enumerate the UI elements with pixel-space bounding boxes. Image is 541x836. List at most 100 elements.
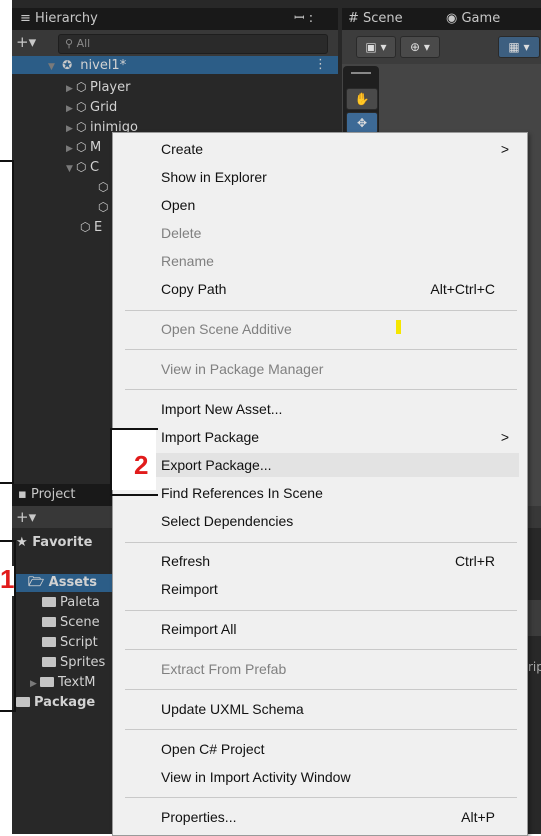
menu-item-label: View in Package Manager [161, 361, 324, 377]
menu-item-import-new-asset[interactable]: Import New Asset... [161, 397, 519, 421]
menu-item-show-in-explorer[interactable]: Show in Explorer [161, 165, 519, 189]
move-tool-button[interactable]: ✥ [346, 112, 378, 134]
folder-row[interactable]: ▶ TextM [30, 674, 96, 692]
menu-item-delete: Delete [161, 221, 519, 245]
create-asset-button[interactable]: +▾ [16, 506, 36, 528]
folder-icon [40, 677, 54, 687]
project-tab[interactable]: ▪ Project [18, 484, 75, 506]
menu-item-copy-path[interactable]: Copy Path Alt+Ctrl+C [161, 277, 519, 301]
gamepad-icon: ◉ [446, 11, 458, 26]
item-label: M [90, 140, 102, 155]
globe-icon: ⊕ ▾ [410, 40, 430, 54]
palette-drag-handle[interactable] [351, 72, 371, 74]
cube-icon: ⬡ [76, 140, 87, 154]
folder-icon [42, 597, 56, 607]
menu-item-view-in-import-activity-window[interactable]: View in Import Activity Window [161, 765, 519, 789]
menu-item-reimport[interactable]: Reimport [161, 577, 519, 601]
expand-triangle-icon[interactable]: ▶ [30, 675, 40, 693]
annotation-number-2: 2 [134, 450, 149, 480]
submenu-arrow-icon: > [500, 429, 509, 445]
folder-label: Script [60, 635, 98, 650]
scene-root-row[interactable]: ▼ ✪ nivel1* ⋮ [12, 56, 338, 74]
star-icon: ★ [16, 535, 28, 550]
folder-row[interactable]: Scene [42, 614, 100, 632]
project-right-text: ript [528, 660, 541, 674]
hierarchy-tab-menu-icon[interactable]: ꟷ : [294, 8, 313, 30]
expand-triangle-icon[interactable]: ▶ [66, 120, 76, 138]
hierarchy-tabbar: ≡ Hierarchy ꟷ : [12, 8, 338, 30]
scene-tab[interactable]: # Scene [348, 8, 403, 30]
menu-item-view-in-package-manager: View in Package Manager [161, 357, 519, 381]
menu-item-label: Import Package [161, 429, 260, 445]
hierarchy-item-c[interactable]: ▼ ⬡ C [66, 158, 99, 176]
folder-icon [42, 657, 56, 667]
folder-label: Scene [60, 615, 100, 630]
cube-icon: ⬡ [98, 180, 109, 194]
grid-snap-button[interactable]: ▦ ▾ [498, 36, 540, 58]
hand-tool-button[interactable]: ✋ [346, 88, 378, 110]
menu-item-extract-from-prefab: Extract From Prefab [161, 657, 519, 681]
menu-item-create[interactable]: Create > [161, 137, 519, 161]
scene-name: nivel1* [80, 58, 127, 73]
menu-separator [125, 729, 517, 730]
hierarchy-child-item[interactable]: ⬡ [98, 178, 112, 196]
unity-scene-icon: ✪ [62, 58, 73, 72]
cube-icon: ⬡ [76, 160, 87, 174]
menu-item-find-references-in-scene[interactable]: Find References In Scene [161, 481, 519, 505]
expand-triangle-icon[interactable]: ▶ [66, 80, 76, 98]
cube-icon: ⬡ [76, 100, 87, 114]
menu-item-label: Copy Path [161, 281, 227, 297]
menu-item-label: Reimport All [161, 621, 237, 637]
hierarchy-item-grid[interactable]: ▶ ⬡ Grid [66, 98, 117, 116]
folder-row[interactable]: Sprites [42, 654, 105, 672]
hierarchy-item-m[interactable]: ▶ ⬡ M [66, 138, 101, 156]
menu-item-refresh[interactable]: Refresh Ctrl+R [161, 549, 519, 573]
expand-triangle-icon[interactable]: ▶ [66, 140, 76, 158]
add-object-button[interactable]: +▾ [16, 31, 36, 53]
hierarchy-item-player[interactable]: ▶ ⬡ Player [66, 78, 130, 96]
menu-item-label: Update UXML Schema [161, 701, 304, 717]
menu-item-label: Open C# Project [161, 741, 265, 757]
gizmo-globe-button[interactable]: ⊕ ▾ [400, 36, 440, 58]
menu-item-label: Delete [161, 225, 202, 241]
menu-item-label: Create [161, 141, 204, 157]
expand-triangle-icon[interactable]: ▶ [66, 100, 76, 118]
folder-row[interactable]: Paleta [42, 594, 100, 612]
folder-label: Sprites [60, 655, 106, 670]
hierarchy-child-item[interactable]: ⬡ [98, 198, 112, 216]
folder-label: Paleta [60, 595, 100, 610]
cube-icon: ⬡ [76, 80, 87, 94]
folder-icon [42, 617, 56, 627]
hand-icon: ✋ [354, 92, 370, 106]
menu-item-import-package[interactable]: Import Package > [161, 425, 519, 449]
packages-label: Package [34, 695, 96, 710]
menu-item-label: Rename [161, 253, 214, 269]
hierarchy-item-e[interactable]: ⬡ E [80, 218, 102, 236]
more-options-icon[interactable]: ⋮ [314, 56, 327, 74]
menu-item-export-package[interactable]: Export Package... [121, 453, 519, 477]
packages-folder-row[interactable]: Package [16, 694, 95, 712]
open-folder-icon: 🗁 [28, 575, 45, 590]
menu-separator [125, 389, 517, 390]
menu-item-open-csharp-project[interactable]: Open C# Project [161, 737, 519, 761]
shortcut-label: Alt+Ctrl+C [430, 281, 495, 297]
shortcut-label: Ctrl+R [454, 553, 495, 569]
menu-item-select-dependencies[interactable]: Select Dependencies [161, 509, 519, 533]
draw-mode-button[interactable]: ▣ ▾ [356, 36, 396, 58]
hierarchy-tab[interactable]: ≡ Hierarchy [20, 8, 98, 30]
menu-separator [125, 610, 517, 611]
folder-row[interactable]: Script [42, 634, 98, 652]
menu-item-reimport-all[interactable]: Reimport All [161, 617, 519, 641]
menu-item-label: Select Dependencies [161, 513, 294, 529]
game-tab[interactable]: ◉ Game [446, 8, 500, 30]
annotation-number-1: 1 [0, 564, 15, 594]
menu-separator [125, 649, 517, 650]
expand-triangle-icon[interactable]: ▼ [66, 160, 76, 178]
menu-item-update-uxml-schema[interactable]: Update UXML Schema [161, 697, 519, 721]
menu-item-properties[interactable]: Properties... Alt+P [161, 805, 519, 829]
hierarchy-search-input[interactable]: ⚲ All [58, 34, 328, 54]
menu-item-label: Show in Explorer [161, 169, 267, 185]
menu-item-open[interactable]: Open [161, 193, 519, 217]
favorites-row[interactable]: ★ Favorite [16, 534, 92, 552]
expand-triangle-icon[interactable]: ▼ [12, 58, 58, 76]
